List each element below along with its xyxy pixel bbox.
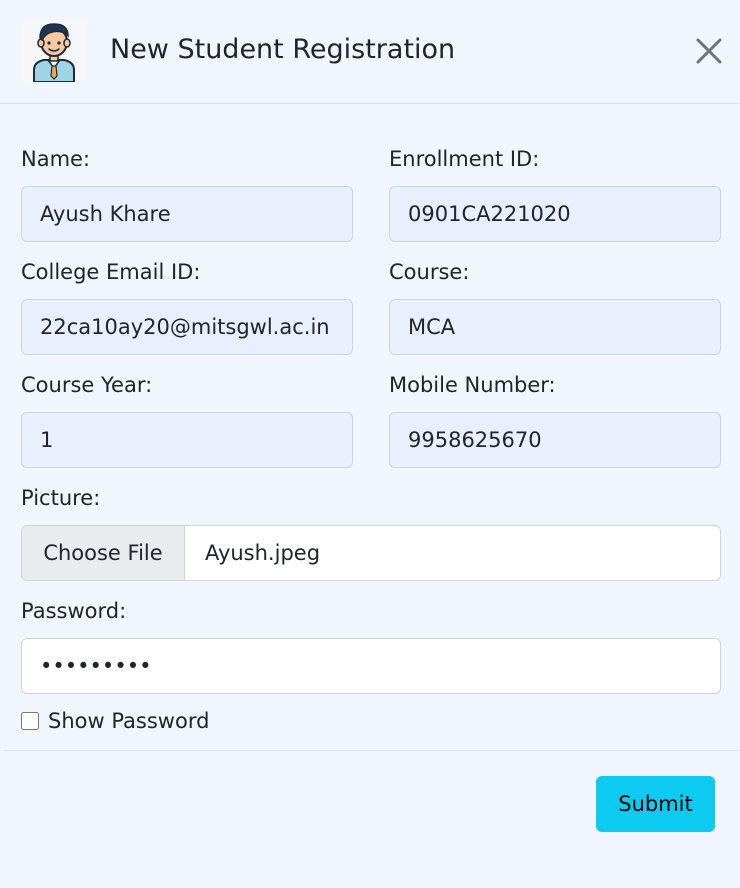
show-password-label[interactable]: Show Password bbox=[48, 707, 209, 735]
year-input[interactable] bbox=[21, 412, 353, 468]
name-label: Name: bbox=[21, 147, 91, 171]
registration-modal: New Student Registration Name: Enrollmen… bbox=[0, 0, 740, 888]
mobile-label: Mobile Number: bbox=[389, 373, 556, 397]
password-input[interactable] bbox=[21, 638, 721, 694]
picture-label: Picture: bbox=[21, 486, 101, 510]
password-label: Password: bbox=[21, 599, 127, 623]
email-label: College Email ID: bbox=[21, 260, 201, 284]
email-input[interactable] bbox=[21, 299, 353, 355]
selected-file-name: Ayush.jpeg bbox=[205, 541, 321, 565]
modal-title: New Student Registration bbox=[110, 34, 456, 65]
picture-file-input[interactable]: Choose File Ayush.jpeg bbox=[21, 525, 721, 581]
enrollment-input[interactable] bbox=[389, 186, 721, 242]
student-avatar-icon bbox=[22, 20, 86, 82]
enrollment-label: Enrollment ID: bbox=[389, 147, 540, 171]
year-label: Course Year: bbox=[21, 373, 153, 397]
course-label: Course: bbox=[389, 260, 470, 284]
modal-header: New Student Registration bbox=[0, 0, 740, 104]
close-icon bbox=[696, 38, 722, 64]
mobile-input[interactable] bbox=[389, 412, 721, 468]
name-input[interactable] bbox=[21, 186, 353, 242]
footer-divider bbox=[4, 750, 740, 751]
submit-button[interactable]: Submit bbox=[596, 776, 715, 832]
close-button[interactable] bbox=[688, 30, 730, 72]
choose-file-button[interactable]: Choose File bbox=[22, 526, 185, 580]
course-input[interactable] bbox=[389, 299, 721, 355]
show-password-checkbox[interactable] bbox=[21, 712, 39, 730]
